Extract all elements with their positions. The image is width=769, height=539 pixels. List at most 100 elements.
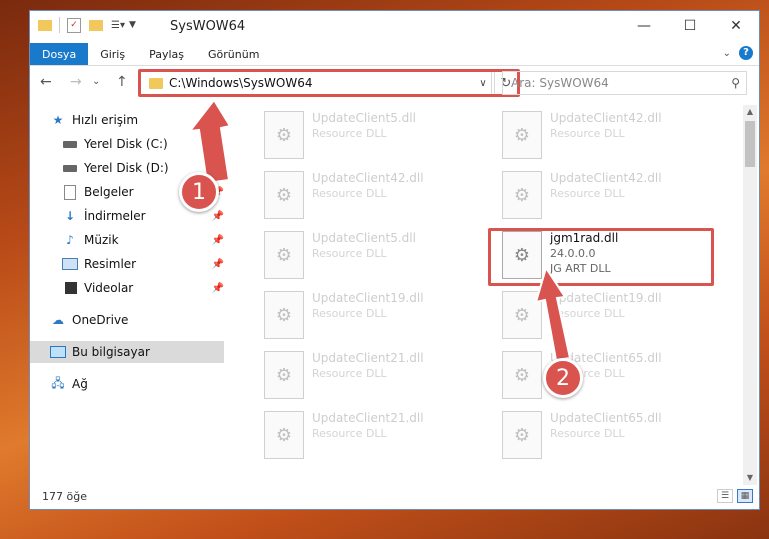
file-item[interactable]: ⚙ UpdateClient19.dll Resource DLL	[488, 287, 708, 341]
window-controls: — ☐ ✕	[621, 11, 759, 41]
pin-icon[interactable]: 📌	[212, 259, 224, 270]
sidebar-item-pictures[interactable]: Resimler 📌	[30, 253, 224, 275]
tab-share[interactable]: Paylaş	[137, 43, 196, 65]
step-1-badge: 1	[179, 172, 219, 212]
file-name: UpdateClient65.dll	[550, 411, 662, 425]
properties-icon[interactable]: ✓	[67, 17, 81, 33]
details-view-icon[interactable]: ☰	[717, 489, 733, 503]
view-toggle: ☰ ▦	[717, 489, 753, 503]
file-name: UpdateClient21.dll	[312, 411, 424, 425]
file-name: UpdateClient42.dll	[550, 171, 662, 185]
file-item[interactable]: ⚙ UpdateClient42.dll Resource DLL	[488, 167, 708, 221]
sidebar-item-network[interactable]: 🖧 Ağ	[30, 373, 224, 395]
title-bar: ✓ ☰▾ ▼ SysWOW64 — ☐ ✕	[30, 11, 759, 43]
search-placeholder: Ara: SysWOW64	[511, 76, 609, 90]
file-type: Resource DLL	[312, 187, 387, 200]
pin-icon[interactable]: 📌	[212, 235, 224, 246]
up-icon[interactable]: ↑	[116, 74, 128, 90]
dll-gear-icon: ⚙	[264, 411, 304, 459]
drive-icon	[62, 137, 78, 151]
dll-gear-icon: ⚙	[502, 411, 542, 459]
sidebar-item-quick-access[interactable]: ★ Hızlı erişim	[30, 109, 224, 131]
help-icon[interactable]: ?	[739, 46, 753, 60]
explorer-window: ✓ ☰▾ ▼ SysWOW64 — ☐ ✕ Dosya Giriş Paylaş…	[29, 10, 760, 510]
divider	[59, 17, 60, 33]
dll-gear-icon: ⚙	[502, 171, 542, 219]
file-highlight-box	[488, 228, 714, 286]
dll-gear-icon: ⚙	[264, 351, 304, 399]
recent-locations-icon[interactable]: ⌄	[92, 76, 100, 87]
file-item[interactable]: ⚙ UpdateClient65.dll Resource DLL	[488, 407, 708, 461]
expand-ribbon-icon[interactable]: ⌄	[723, 48, 731, 59]
music-icon: ♪	[66, 233, 74, 247]
file-name: UpdateClient21.dll	[312, 351, 424, 365]
file-list: ⚙ UpdateClient5.dll Resource DLL ⚙ Update…	[230, 105, 740, 475]
navigation-pane: ★ Hızlı erişim Yerel Disk (C:) 📌 Yerel D…	[30, 105, 224, 475]
close-button[interactable]: ✕	[713, 11, 759, 41]
pin-icon[interactable]: 📌	[212, 283, 224, 294]
tab-view[interactable]: Görünüm	[196, 43, 271, 65]
file-type: Resource DLL	[312, 247, 387, 260]
dll-gear-icon: ⚙	[264, 171, 304, 219]
sidebar-item-label: Videolar	[84, 281, 134, 295]
network-icon: 🖧	[51, 375, 65, 390]
sidebar-item-this-pc[interactable]: Bu bilgisayar	[30, 341, 224, 363]
sidebar-item-local-disk-c[interactable]: Yerel Disk (C:) 📌	[30, 133, 224, 155]
pin-icon[interactable]: 📌	[212, 163, 224, 174]
sidebar-item-label: Müzik	[84, 233, 119, 247]
maximize-button[interactable]: ☐	[667, 11, 713, 41]
search-icon[interactable]: ⚲	[731, 76, 740, 90]
forward-icon[interactable]: →	[70, 74, 82, 90]
item-count: 177 öğe	[42, 490, 87, 503]
file-item[interactable]: ⚙ UpdateClient42.dll Resource DLL	[250, 167, 470, 221]
file-name: UpdateClient19.dll	[550, 291, 662, 305]
sidebar-item-onedrive[interactable]: ☁ OneDrive	[30, 309, 224, 331]
file-type: Resource DLL	[312, 127, 387, 140]
customize-icon[interactable]: ☰▾	[111, 20, 125, 31]
scroll-down-icon[interactable]: ▼	[743, 471, 757, 485]
tab-home[interactable]: Giriş	[88, 43, 137, 65]
file-type: Resource DLL	[312, 367, 387, 380]
file-item[interactable]: ⚙ UpdateClient21.dll Resource DLL	[250, 407, 470, 461]
pin-icon[interactable]: 📌	[212, 139, 224, 150]
tab-file[interactable]: Dosya	[30, 43, 89, 65]
sidebar-item-videos[interactable]: Videolar 📌	[30, 277, 224, 299]
scroll-thumb[interactable]	[745, 121, 755, 167]
large-icons-view-icon[interactable]: ▦	[737, 489, 753, 503]
file-type: Resource DLL	[550, 307, 625, 320]
back-icon[interactable]: ←	[40, 74, 52, 90]
quick-access-toolbar: ✓ ☰▾ ▼	[38, 17, 136, 33]
sidebar-item-music[interactable]: ♪ Müzik 📌	[30, 229, 224, 251]
file-name: UpdateClient42.dll	[550, 111, 662, 125]
pin-icon[interactable]: 📌	[212, 211, 224, 222]
sidebar-item-label: Belgeler	[84, 185, 134, 199]
file-item[interactable]: ⚙ UpdateClient19.dll Resource DLL	[250, 287, 470, 341]
ribbon-tabs: Dosya Giriş Paylaş Görünüm ⌄ ?	[30, 43, 759, 66]
qat-dropdown-icon[interactable]: ▼	[129, 20, 136, 30]
dll-gear-icon: ⚙	[502, 351, 542, 399]
vertical-scrollbar[interactable]: ▲ ▼	[743, 105, 757, 485]
file-item[interactable]: ⚙ UpdateClient5.dll Resource DLL	[250, 227, 470, 281]
file-item[interactable]: ⚙ UpdateClient21.dll Resource DLL	[250, 347, 470, 401]
folder-icon	[38, 19, 52, 31]
dll-gear-icon: ⚙	[264, 231, 304, 279]
cloud-icon: ☁	[52, 313, 64, 327]
sidebar-item-label: İndirmeler	[84, 209, 146, 223]
file-name: UpdateClient42.dll	[312, 171, 424, 185]
file-item[interactable]: ⚙ UpdateClient65.dll Resource DLL	[488, 347, 708, 401]
file-type: Resource DLL	[312, 307, 387, 320]
new-folder-icon[interactable]	[89, 19, 103, 31]
file-item[interactable]: ⚙ UpdateClient42.dll Resource DLL	[488, 107, 708, 161]
video-icon	[62, 281, 78, 295]
scroll-up-icon[interactable]: ▲	[743, 105, 757, 119]
search-input[interactable]: Ara: SysWOW64 ⚲	[502, 71, 747, 95]
dll-gear-icon: ⚙	[502, 111, 542, 159]
sidebar-item-label: Yerel Disk (C:)	[84, 137, 168, 151]
minimize-button[interactable]: —	[621, 11, 667, 41]
navigation-bar: ← → ⌄ ↑ C:\Windows\SysWOW64 ∨ ↻ Ara: Sys…	[30, 67, 759, 99]
ribbon-right: ⌄ ?	[723, 46, 753, 60]
file-type: Resource DLL	[550, 427, 625, 440]
sidebar-item-label: Ağ	[72, 377, 88, 391]
sidebar-item-label: Yerel Disk (D:)	[84, 161, 169, 175]
file-item[interactable]: ⚙ UpdateClient5.dll Resource DLL	[250, 107, 470, 161]
